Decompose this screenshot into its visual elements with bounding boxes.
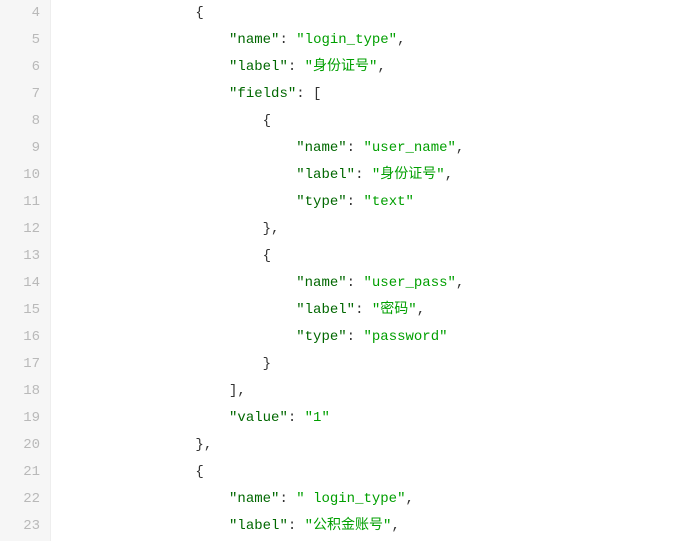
json-punct: : [355,302,372,318]
json-key: "name" [229,32,279,48]
code-line: "value": "1" [61,405,677,432]
code-line: "name": "login_type", [61,27,677,54]
code-line: "label": "身份证号", [61,162,677,189]
code-area[interactable]: { "name": "login_type", "label": "身份证号",… [51,0,677,541]
json-punct: : [279,32,296,48]
json-key: "label" [229,518,288,534]
line-number: 14 [0,270,40,297]
json-punct: { [263,248,271,264]
json-string: "身份证号" [372,167,445,183]
code-line: { [61,459,677,486]
code-line: "label": "身份证号", [61,54,677,81]
code-line: }, [61,216,677,243]
json-key: "label" [229,59,288,75]
line-number: 13 [0,243,40,270]
json-string: "1" [305,410,330,426]
json-punct: { [195,464,203,480]
line-number: 18 [0,378,40,405]
json-punct: ], [229,383,246,399]
json-key: "name" [229,491,279,507]
line-number: 20 [0,432,40,459]
json-string: " login_type" [296,491,405,507]
code-line: "label": "公积金账号", [61,513,677,540]
code-line: "type": "text" [61,189,677,216]
line-number: 16 [0,324,40,351]
json-string: "公积金账号" [305,518,392,534]
json-punct: } [263,356,271,372]
line-number: 23 [0,513,40,540]
line-number: 8 [0,108,40,135]
code-line: "label": "密码", [61,297,677,324]
code-line: } [61,351,677,378]
line-number: 15 [0,297,40,324]
line-number: 11 [0,189,40,216]
line-number-gutter: 456789101112131415161718192021222324 [0,0,51,541]
json-punct: , [456,275,464,291]
json-string: "密码" [372,302,417,318]
code-line: { [61,0,677,27]
line-number: 12 [0,216,40,243]
line-number: 5 [0,27,40,54]
json-punct: , [445,167,453,183]
code-editor: 456789101112131415161718192021222324 { "… [0,0,677,541]
json-key: "label" [296,167,355,183]
line-number: 17 [0,351,40,378]
json-string: "user_name" [363,140,455,156]
json-key: "name" [296,275,346,291]
json-punct: : [347,329,364,345]
line-number: 19 [0,405,40,432]
json-punct: : [288,59,305,75]
json-punct: : [288,518,305,534]
json-punct: { [195,5,203,21]
code-line: "type": "password" [61,324,677,351]
line-number: 21 [0,459,40,486]
json-punct: , [377,59,385,75]
line-number: 9 [0,135,40,162]
json-punct: }, [195,437,212,453]
json-string: "text" [363,194,413,210]
json-key: "type" [296,329,346,345]
json-string: "login_type" [296,32,397,48]
code-line: }, [61,432,677,459]
json-key: "type" [296,194,346,210]
json-punct: : [347,275,364,291]
code-line: { [61,243,677,270]
json-punct: : [355,167,372,183]
line-number: 10 [0,162,40,189]
json-punct: { [263,113,271,129]
json-punct: : [288,410,305,426]
json-punct: , [456,140,464,156]
code-line: "name": "user_pass", [61,270,677,297]
code-line: ], [61,378,677,405]
code-line: "name": "user_name", [61,135,677,162]
json-punct: , [397,32,405,48]
json-key: "label" [296,302,355,318]
json-string: "password" [363,329,447,345]
json-punct: , [391,518,399,534]
json-key: "fields" [229,86,296,102]
code-line: { [61,108,677,135]
json-punct: , [417,302,425,318]
json-key: "value" [229,410,288,426]
json-punct: : [279,491,296,507]
code-line: "name": " login_type", [61,486,677,513]
line-number: 4 [0,0,40,27]
line-number: 7 [0,81,40,108]
json-punct: }, [263,221,280,237]
json-punct: , [405,491,413,507]
json-string: "身份证号" [305,59,378,75]
line-number: 22 [0,486,40,513]
json-punct: : [347,194,364,210]
json-key: "name" [296,140,346,156]
line-number: 6 [0,54,40,81]
json-punct: : [347,140,364,156]
code-line: "fields": [ [61,81,677,108]
json-punct: : [ [296,86,321,102]
json-string: "user_pass" [363,275,455,291]
